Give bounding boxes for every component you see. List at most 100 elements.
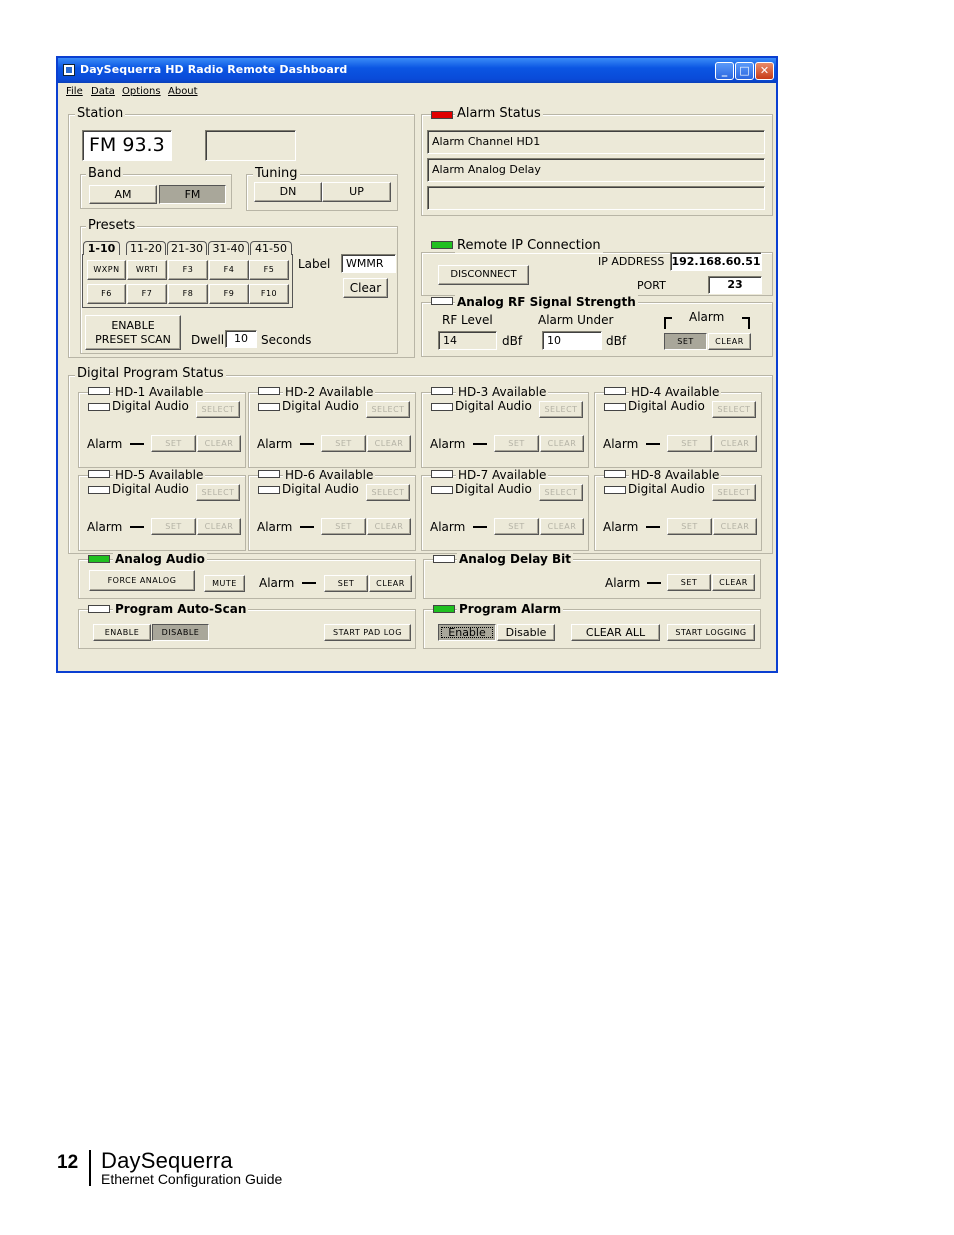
menu-file[interactable]: File	[66, 86, 83, 97]
rf-alarm-clear-button[interactable]: CLEAR	[708, 333, 751, 350]
title-bar[interactable]: DaySequerra HD Radio Remote Dashboard _ …	[58, 58, 776, 83]
start-pad-log-button[interactable]: START PAD LOG	[324, 624, 411, 641]
menu-about[interactable]: About	[168, 86, 198, 97]
hd1-alarm-label: Alarm	[87, 437, 123, 451]
analog-delay-led	[433, 555, 455, 563]
analog-delay-clear-button[interactable]: CLEAR	[712, 574, 755, 591]
hd2-alarm-set-button[interactable]: SET	[321, 435, 366, 452]
hd1-alarm-clear-button[interactable]: CLEAR	[197, 435, 241, 452]
program-alarm-enable-button[interactable]: Enable	[438, 624, 496, 641]
rf-alarm-bracket-right	[742, 317, 750, 329]
hd5-alarm-clear-button[interactable]: CLEAR	[197, 518, 241, 535]
hd5-select-button[interactable]: SELECT	[196, 484, 240, 501]
hd3-alarm-clear-button[interactable]: CLEAR	[540, 435, 584, 452]
disconnect-button[interactable]: DISCONNECT	[438, 265, 529, 285]
preset-button-9[interactable]: F9	[209, 284, 249, 304]
enable-preset-scan-button[interactable]: ENABLE PRESET SCAN	[85, 315, 181, 350]
mute-button[interactable]: MUTE	[204, 575, 245, 592]
hd6-alarm-clear-button[interactable]: CLEAR	[367, 518, 411, 535]
hd3-select-button[interactable]: SELECT	[539, 401, 583, 418]
start-logging-button[interactable]: START LOGGING	[667, 624, 755, 641]
rf-alarm-label: Alarm	[689, 310, 725, 324]
hd6-alarm-indicator	[300, 526, 314, 528]
hd4-alarm-set-button[interactable]: SET	[667, 435, 712, 452]
force-analog-button[interactable]: FORCE ANALOG	[89, 570, 195, 591]
clear-all-button[interactable]: CLEAR ALL	[571, 624, 660, 641]
analog-rf-led	[431, 297, 453, 305]
preset-button-8[interactable]: F8	[168, 284, 208, 304]
hd1-available-label: HD-1 Available	[113, 385, 206, 399]
hd7-alarm-clear-button[interactable]: CLEAR	[540, 518, 584, 535]
preset-button-7[interactable]: F7	[127, 284, 167, 304]
ip-address-input[interactable]: 192.168.60.51	[670, 252, 762, 271]
analog-audio-set-button[interactable]: SET	[324, 575, 368, 592]
hd7-alarm-set-button[interactable]: SET	[494, 518, 539, 535]
preset-tab-21-30[interactable]: 21-30	[167, 241, 207, 255]
preset-button-10[interactable]: F10	[249, 284, 289, 304]
analog-audio-clear-button[interactable]: CLEAR	[369, 575, 412, 592]
remote-ip-title: Remote IP Connection	[455, 238, 603, 253]
footer-divider	[89, 1150, 91, 1186]
menu-data[interactable]: Data	[91, 86, 115, 97]
auto-scan-enable-button[interactable]: ENABLE	[93, 624, 151, 641]
menu-bar: File Data Options About	[58, 83, 776, 101]
tune-up-button[interactable]: UP	[322, 182, 391, 202]
tuning-title: Tuning	[253, 166, 300, 181]
hd8-available-label: HD-8 Available	[629, 468, 722, 482]
preset-button-2[interactable]: WRTI	[127, 260, 167, 280]
hd3-digital-audio-led	[431, 403, 453, 411]
hd5-available-led	[88, 470, 110, 478]
hd5-alarm-set-button[interactable]: SET	[151, 518, 196, 535]
hd8-available-led	[604, 470, 626, 478]
hd6-alarm-set-button[interactable]: SET	[321, 518, 366, 535]
hd7-alarm-indicator	[473, 526, 487, 528]
preset-tab-31-40[interactable]: 31-40	[208, 241, 249, 255]
preset-button-1[interactable]: WXPN	[87, 260, 126, 280]
hd8-alarm-clear-button[interactable]: CLEAR	[713, 518, 757, 535]
hd1-available-led	[88, 387, 110, 395]
preset-button-4[interactable]: F4	[209, 260, 249, 280]
alarm-under-unit: dBf	[606, 334, 627, 348]
hd4-select-button[interactable]: SELECT	[712, 401, 756, 418]
preset-tab-1-10[interactable]: 1-10	[83, 241, 120, 255]
menu-options[interactable]: Options	[122, 86, 161, 97]
alarm-under-input[interactable]: 10	[542, 331, 602, 350]
auto-scan-disable-button[interactable]: DISABLE	[152, 624, 209, 641]
hd2-select-button[interactable]: SELECT	[366, 401, 410, 418]
dwell-input[interactable]: 10	[225, 330, 257, 348]
analog-delay-alarm-label: Alarm	[605, 576, 641, 590]
port-input[interactable]: 23	[708, 276, 762, 294]
hd7-digital-audio-label: Digital Audio	[455, 482, 532, 496]
hd3-alarm-set-button[interactable]: SET	[494, 435, 539, 452]
hd7-select-button[interactable]: SELECT	[539, 484, 583, 501]
minimize-icon[interactable]: _	[715, 62, 734, 80]
maximize-icon[interactable]: □	[735, 62, 754, 80]
rf-alarm-set-button[interactable]: SET	[664, 333, 707, 350]
hd1-select-button[interactable]: SELECT	[196, 401, 240, 418]
hd1-alarm-set-button[interactable]: SET	[151, 435, 196, 452]
analog-rf-title: Analog RF Signal Strength	[455, 295, 638, 309]
fm-button[interactable]: FM	[159, 185, 226, 204]
preset-button-5[interactable]: F5	[249, 260, 289, 280]
preset-clear-button[interactable]: Clear	[343, 278, 388, 298]
hd2-alarm-clear-button[interactable]: CLEAR	[367, 435, 411, 452]
preset-button-3[interactable]: F3	[168, 260, 208, 280]
tune-down-button[interactable]: DN	[254, 182, 322, 202]
hd8-select-button[interactable]: SELECT	[712, 484, 756, 501]
am-button[interactable]: AM	[89, 185, 157, 204]
hd8-alarm-set-button[interactable]: SET	[667, 518, 712, 535]
preset-button-6[interactable]: F6	[87, 284, 126, 304]
close-icon[interactable]: ✕	[755, 62, 774, 80]
port-label: PORT	[637, 279, 666, 292]
hd6-select-button[interactable]: SELECT	[366, 484, 410, 501]
hd3-digital-audio-label: Digital Audio	[455, 399, 532, 413]
preset-tab-11-20[interactable]: 11-20	[126, 241, 166, 255]
hd2-available-label: HD-2 Available	[283, 385, 376, 399]
preset-label-input[interactable]: WMMR	[341, 254, 396, 273]
hd4-alarm-clear-button[interactable]: CLEAR	[713, 435, 757, 452]
hd2-digital-audio-led	[258, 403, 280, 411]
preset-tab-41-50[interactable]: 41-50	[250, 241, 292, 255]
program-alarm-disable-button[interactable]: Disable	[497, 624, 555, 641]
app-icon	[63, 64, 75, 76]
analog-delay-set-button[interactable]: SET	[667, 574, 711, 591]
